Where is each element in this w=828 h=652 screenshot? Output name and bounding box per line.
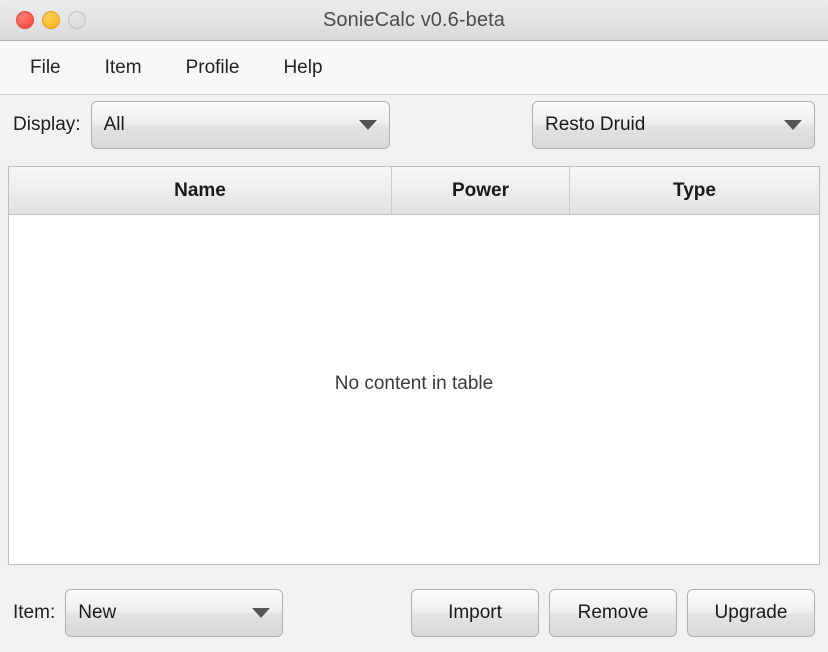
chevron-down-icon xyxy=(358,120,377,130)
item-mode-dropdown[interactable]: New xyxy=(65,588,284,637)
chevron-down-icon xyxy=(784,120,802,130)
import-button[interactable]: Import xyxy=(411,588,539,637)
chevron-down-icon xyxy=(252,607,271,618)
bottom-toolbar: Item: New Import Remove Upgrade xyxy=(0,573,828,652)
zoom-button[interactable] xyxy=(68,11,86,29)
title-bar: SonieCalc v0.6-beta xyxy=(0,0,828,41)
remove-button[interactable]: Remove xyxy=(549,588,677,637)
column-header-type[interactable]: Type xyxy=(570,167,819,214)
top-toolbar: Display: All Resto Druid xyxy=(0,95,828,155)
table-body[interactable]: No content in table xyxy=(9,215,819,564)
column-header-power[interactable]: Power xyxy=(392,167,570,214)
item-mode-value: New xyxy=(78,601,117,623)
application-window: SonieCalc v0.6-beta File Item Profile He… xyxy=(0,0,828,652)
display-filter-value: All xyxy=(103,114,125,135)
menu-item-help[interactable]: Help xyxy=(281,55,324,81)
action-buttons: Import Remove Upgrade xyxy=(411,588,815,637)
close-button[interactable] xyxy=(16,11,34,29)
menu-item-file[interactable]: File xyxy=(28,55,63,81)
empty-table-message: No content in table xyxy=(334,372,494,394)
menu-item-profile[interactable]: Profile xyxy=(184,55,242,81)
menu-item-item[interactable]: Item xyxy=(103,55,144,81)
display-label: Display: xyxy=(13,114,81,135)
window-controls xyxy=(16,11,86,29)
column-header-name[interactable]: Name xyxy=(9,167,392,214)
window-title: SonieCalc v0.6-beta xyxy=(322,8,505,31)
menu-bar: File Item Profile Help xyxy=(0,41,828,95)
minimize-button[interactable] xyxy=(42,11,60,29)
upgrade-button[interactable]: Upgrade xyxy=(687,588,815,637)
items-table: Name Power Type No content in table xyxy=(8,166,820,565)
display-filter-dropdown[interactable]: All xyxy=(90,101,390,149)
profile-value: Resto Druid xyxy=(545,114,646,135)
profile-dropdown[interactable]: Resto Druid xyxy=(532,101,815,149)
item-label: Item: xyxy=(13,601,56,623)
table-header-row: Name Power Type xyxy=(9,167,819,215)
